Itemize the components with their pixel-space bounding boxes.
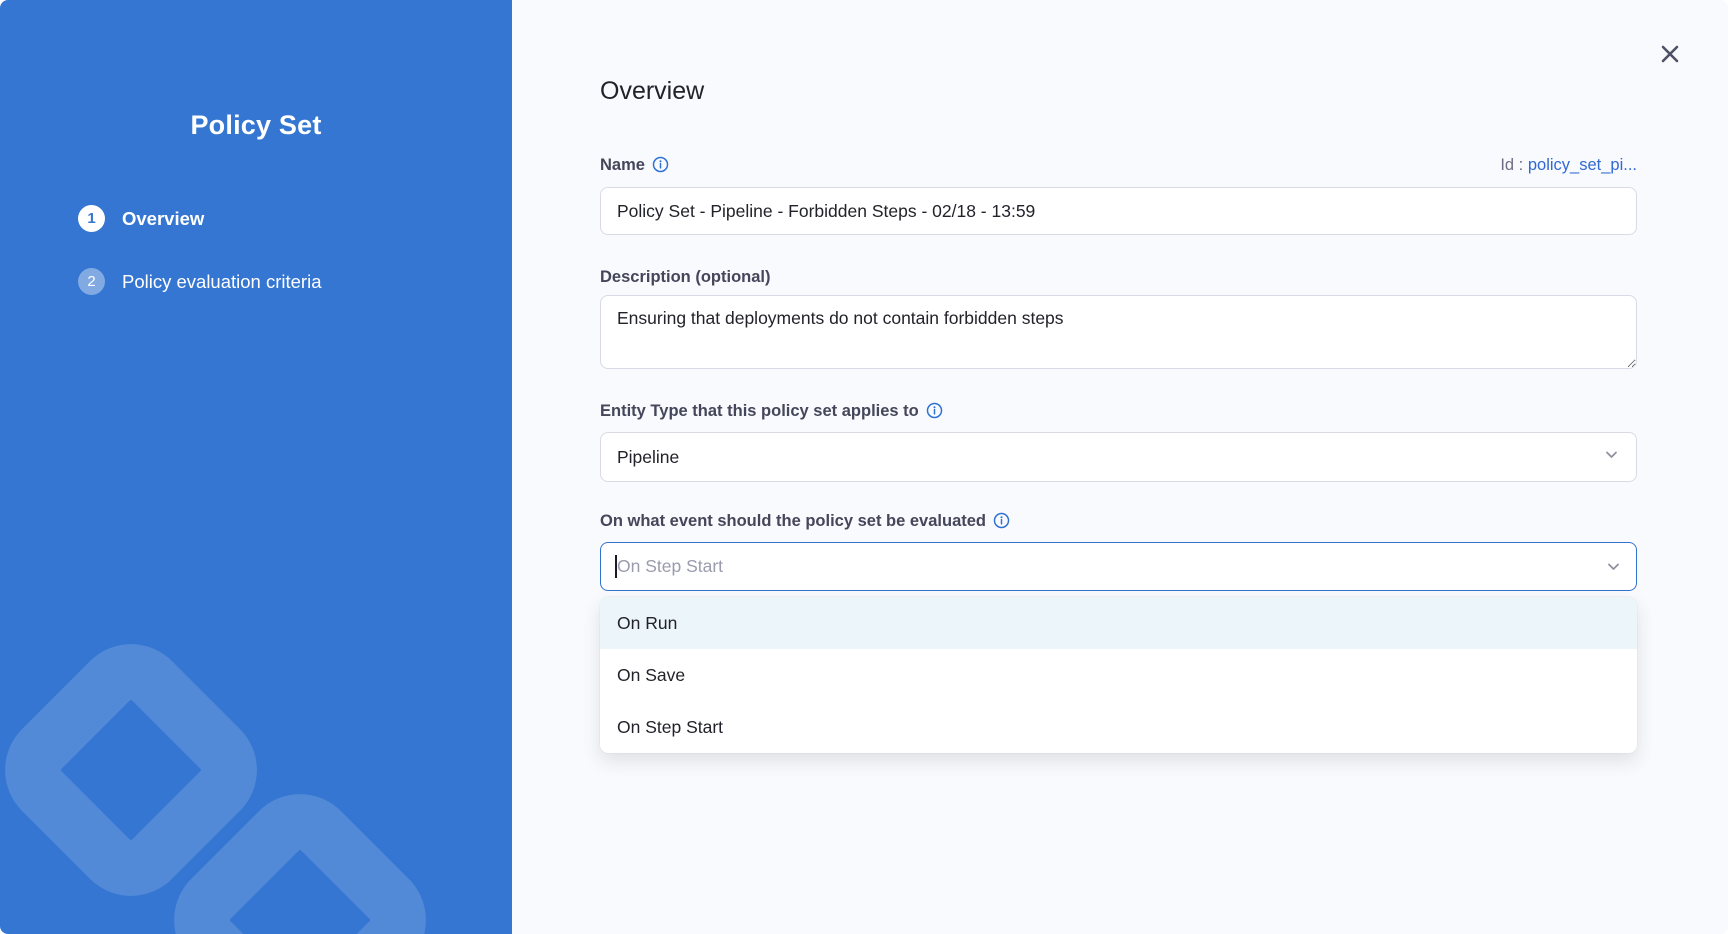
option-on-run[interactable]: On Run bbox=[600, 597, 1637, 649]
text-cursor bbox=[615, 555, 617, 578]
policy-set-modal: Policy Set 1 Overview 2 Policy evaluatio… bbox=[0, 0, 1728, 934]
entity-type-select[interactable]: Pipeline bbox=[600, 432, 1637, 482]
wizard-sidebar: Policy Set 1 Overview 2 Policy evaluatio… bbox=[0, 0, 512, 934]
step-overview[interactable]: 1 Overview bbox=[78, 205, 512, 232]
event-options-menu: On Run On Save On Step Start bbox=[600, 597, 1637, 753]
description-label-row: Description (optional) bbox=[600, 266, 1637, 288]
entity-type-label-row: Entity Type that this policy set applies… bbox=[600, 400, 1637, 422]
event-input[interactable] bbox=[600, 542, 1637, 591]
entity-type-selected-value: Pipeline bbox=[617, 447, 679, 468]
wizard-steps: 1 Overview 2 Policy evaluation criteria bbox=[78, 205, 512, 295]
info-icon[interactable] bbox=[652, 156, 669, 173]
chevron-down-icon bbox=[1603, 446, 1620, 468]
step-number-badge: 2 bbox=[78, 268, 105, 295]
option-on-step-start[interactable]: On Step Start bbox=[600, 701, 1637, 753]
page-title: Overview bbox=[600, 76, 1637, 106]
entity-id-link[interactable]: policy_set_pi... bbox=[1528, 156, 1637, 174]
step-label: Policy evaluation criteria bbox=[122, 271, 321, 293]
description-field-label: Description (optional) bbox=[600, 268, 771, 287]
name-field-label: Name bbox=[600, 156, 669, 175]
option-on-save[interactable]: On Save bbox=[600, 649, 1637, 701]
close-icon[interactable] bbox=[1656, 40, 1684, 68]
info-icon[interactable] bbox=[993, 512, 1010, 529]
wizard-title: Policy Set bbox=[0, 110, 512, 141]
event-combobox bbox=[600, 542, 1637, 591]
step-label: Overview bbox=[122, 208, 204, 230]
description-textarea[interactable]: Ensuring that deployments do not contain… bbox=[600, 295, 1637, 369]
entity-id: Id : policy_set_pi... bbox=[1500, 156, 1637, 175]
name-label-row: Name Id : policy_set_pi... bbox=[600, 154, 1637, 176]
info-icon[interactable] bbox=[926, 402, 943, 419]
name-input[interactable] bbox=[600, 187, 1637, 235]
event-field-label: On what event should the policy set be e… bbox=[600, 512, 1010, 531]
event-label-row: On what event should the policy set be e… bbox=[600, 510, 1637, 532]
step-number-badge: 1 bbox=[78, 205, 105, 232]
overview-step-panel: Overview Name Id : policy_set_pi... Desc… bbox=[512, 0, 1728, 934]
step-policy-evaluation-criteria[interactable]: 2 Policy evaluation criteria bbox=[78, 268, 512, 295]
entity-type-field-label: Entity Type that this policy set applies… bbox=[600, 402, 943, 421]
